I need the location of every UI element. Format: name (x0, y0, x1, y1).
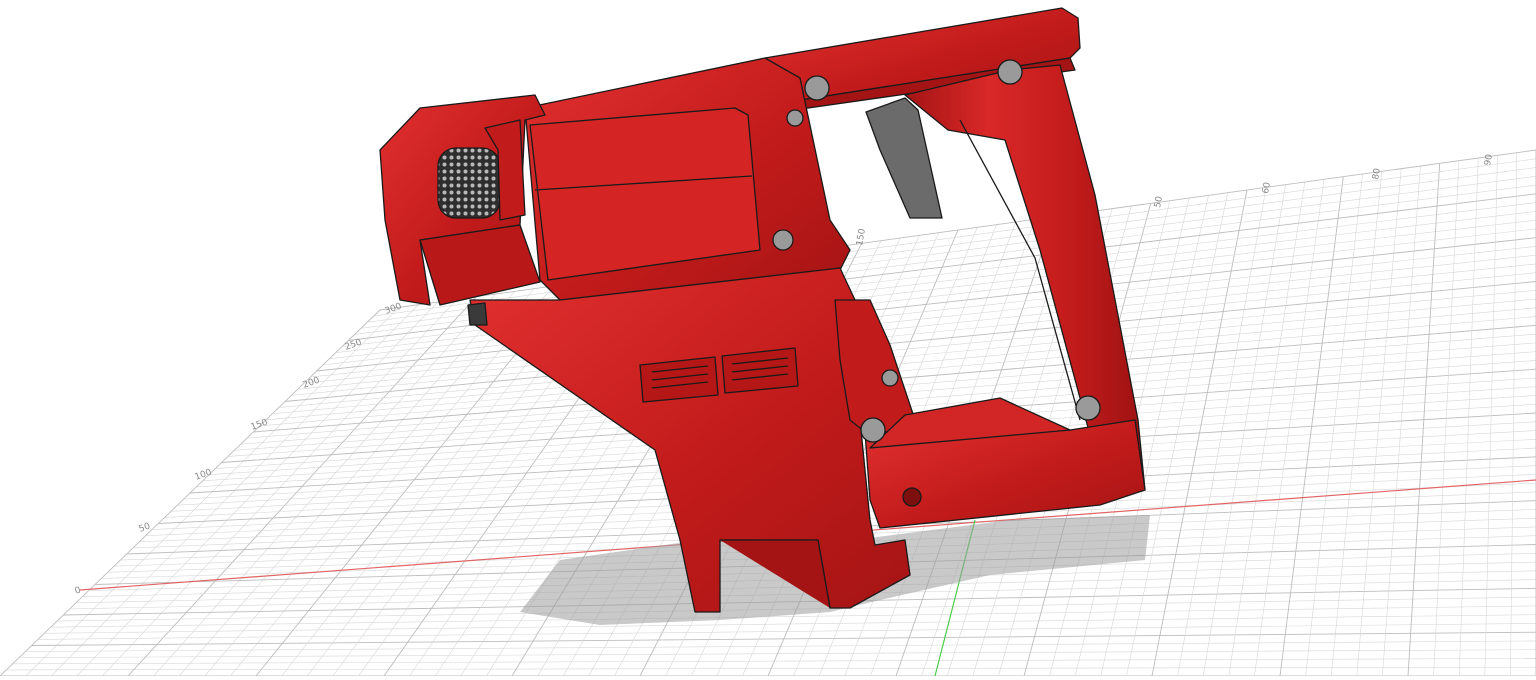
dark-foot (467, 302, 488, 326)
grid-tick-label: 60 (1261, 181, 1273, 194)
grid-tick-label: 50 (138, 521, 152, 534)
grid-tick-label: 80 (1371, 167, 1383, 180)
3d-viewport[interactable]: 0 50 100 150 200 250 300 150 50 60 80 90 (0, 0, 1536, 677)
grid-tick-label: 90 (1483, 153, 1495, 166)
grid-tick-label: 200 (302, 375, 322, 390)
battery-cover (529, 107, 761, 281)
grid-tick-label: 0 (74, 585, 83, 596)
vent-mesh (437, 147, 501, 219)
viewport-canvas: 05010015020025030015050608090 (0, 7, 1536, 677)
grid-tick-label: 50 (1153, 195, 1165, 208)
grid-tick-label: 300 (384, 301, 404, 316)
pivot-hole (902, 487, 922, 507)
grid-tick-label: 150 (855, 228, 868, 247)
